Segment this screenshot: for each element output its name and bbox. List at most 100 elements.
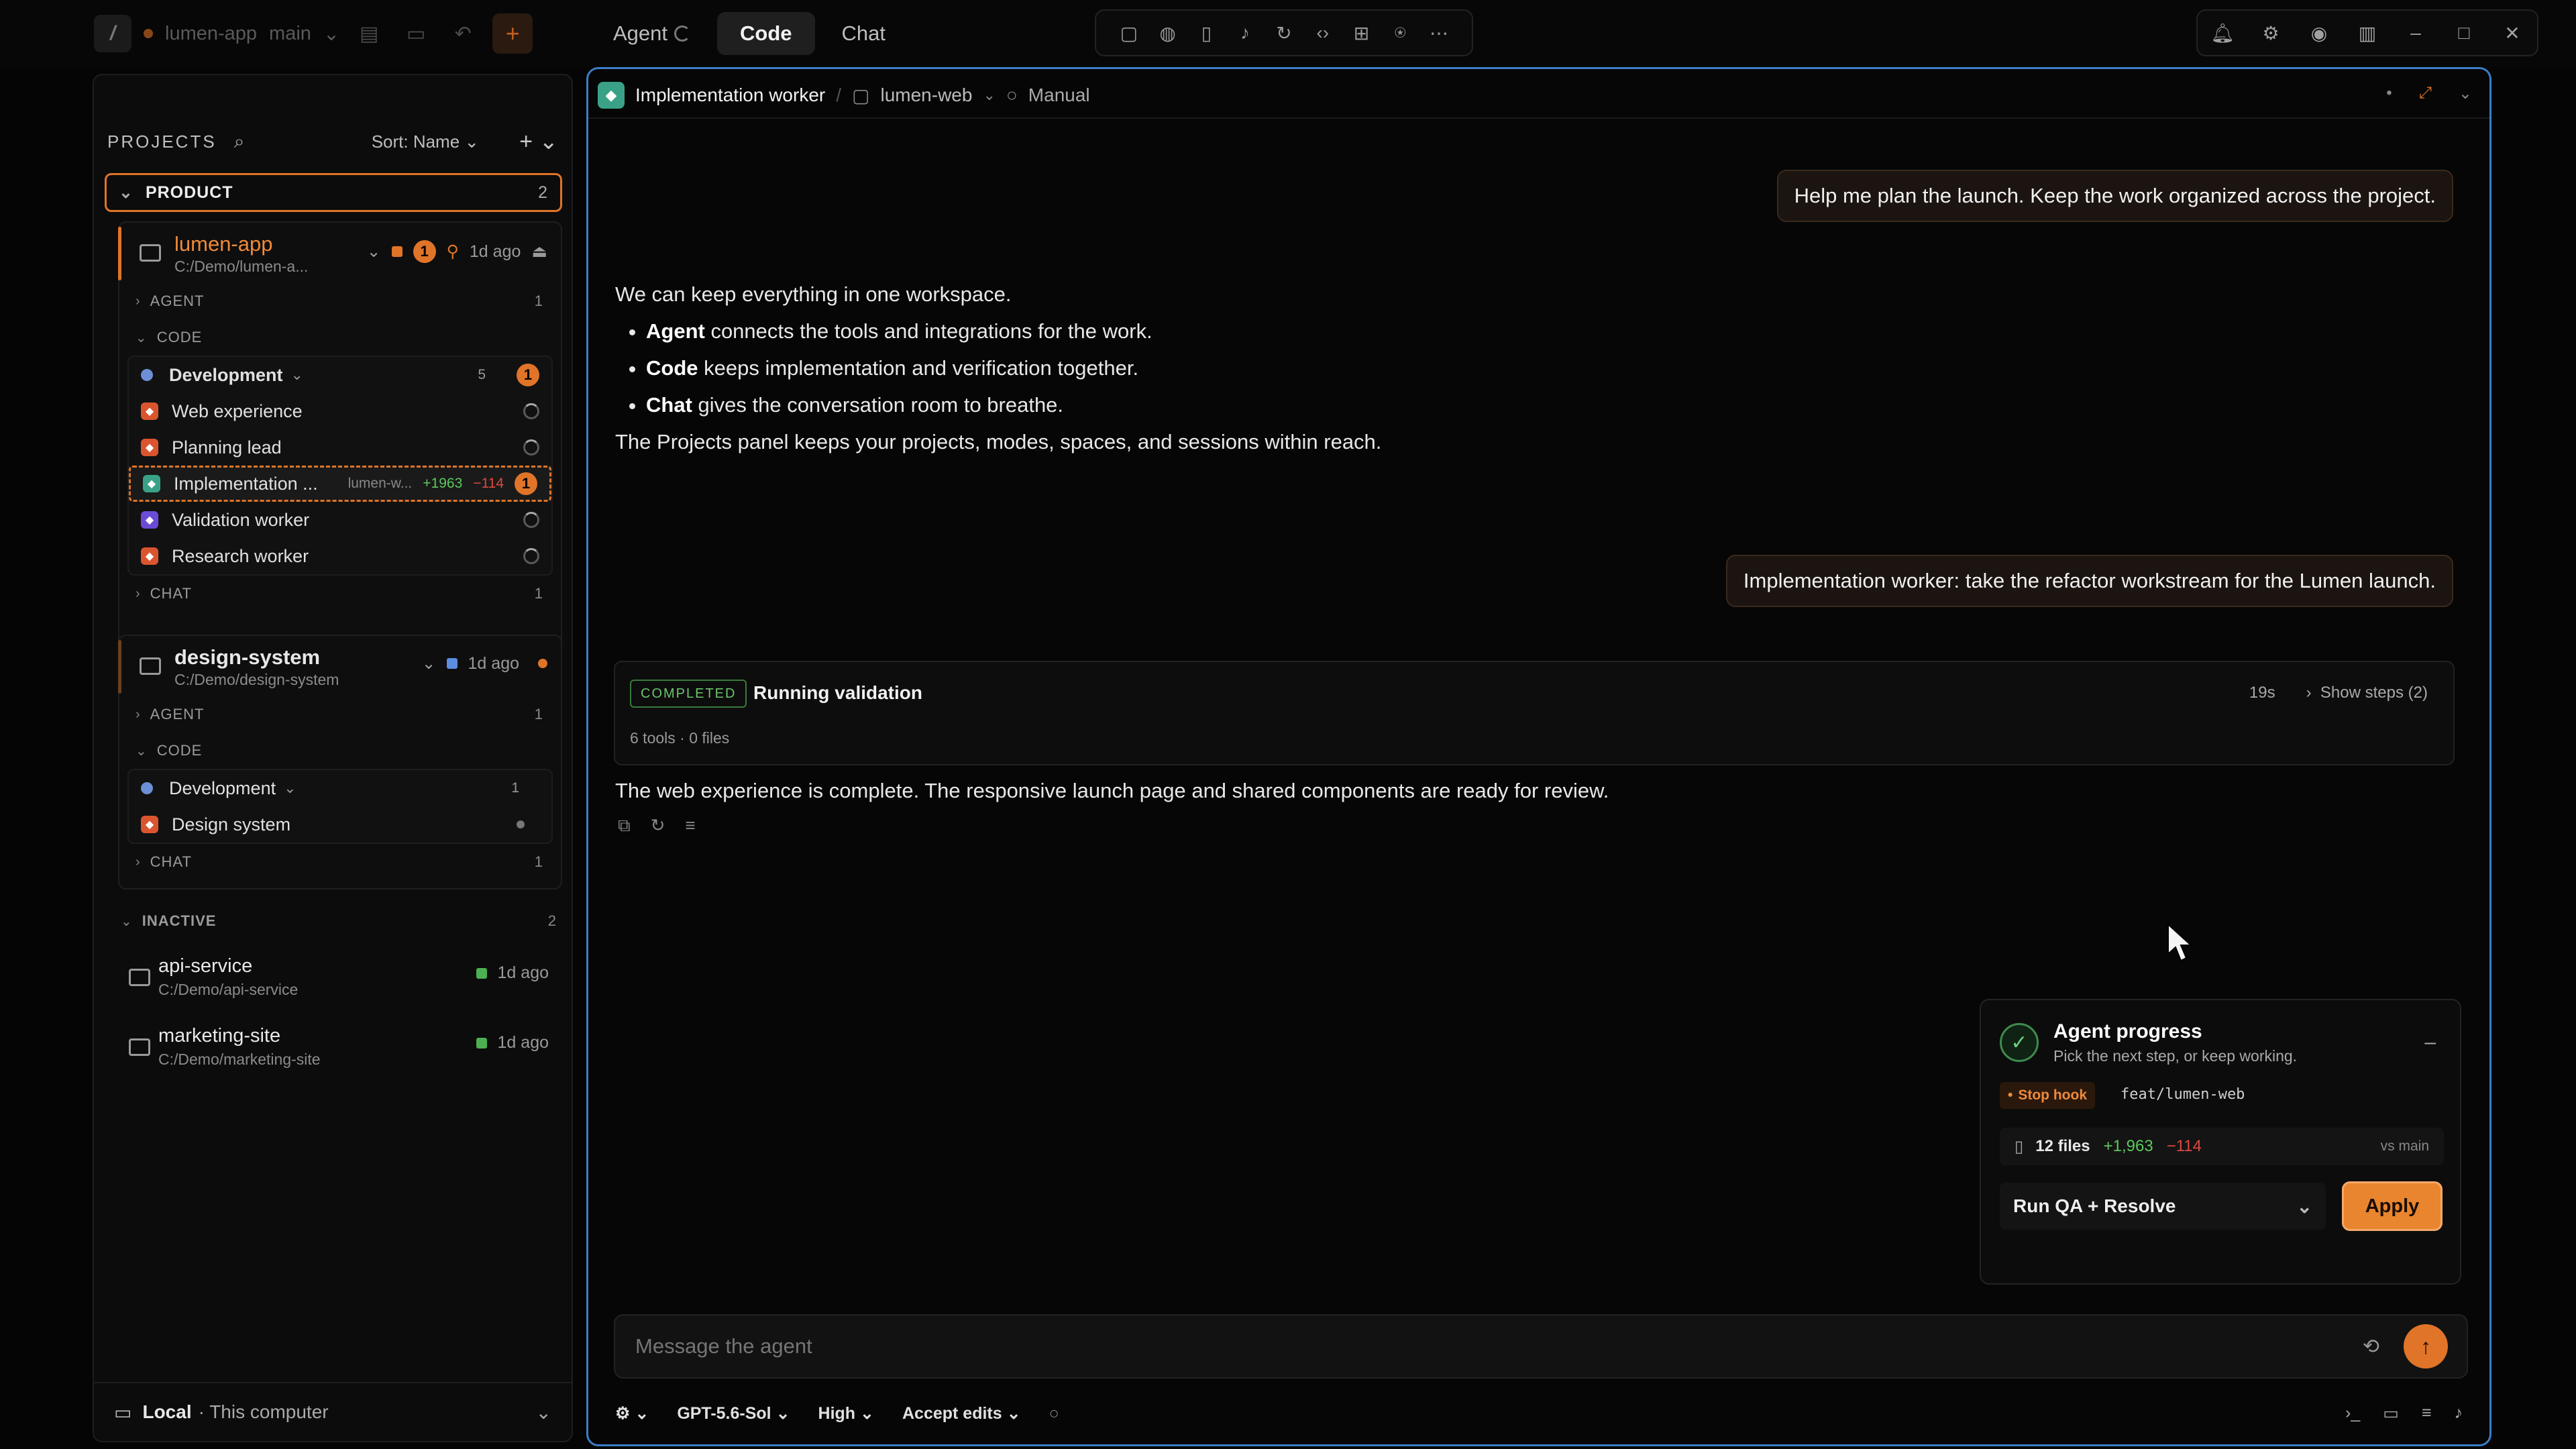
section-agent[interactable]: › AGENT 1 xyxy=(119,696,561,733)
phone-icon[interactable]: ▯ xyxy=(1191,22,1221,44)
retry-icon[interactable]: ↻ xyxy=(651,815,665,837)
session-research-worker[interactable]: ◆ Research worker xyxy=(129,538,551,574)
panel-actions: • ⤢ ⌄ xyxy=(2386,84,2472,103)
chevron-down-icon[interactable]: ⌄ xyxy=(2459,84,2472,103)
layout-icon[interactable]: ▥ xyxy=(2352,22,2383,44)
context-ring-icon[interactable]: ○ xyxy=(1049,1404,1059,1424)
session-label: Research worker xyxy=(172,545,309,566)
history-icon[interactable]: ⟲ xyxy=(2363,1335,2379,1358)
copy-icon[interactable]: ⧉ xyxy=(618,815,631,837)
search-icon[interactable]: ⌕ xyxy=(234,131,245,153)
session-planning-lead[interactable]: ◆ Planning lead xyxy=(129,429,551,466)
add-project-button[interactable]: + ⌄ xyxy=(519,128,558,155)
session-design-system[interactable]: ◆ Design system xyxy=(129,806,551,843)
breadcrumb-mode[interactable]: Manual xyxy=(1028,85,1090,106)
chevron-down-icon[interactable]: ⌄ xyxy=(367,241,381,262)
show-steps-button[interactable]: › Show steps (2) xyxy=(2306,684,2428,702)
bell-icon[interactable]: 🔔︎ xyxy=(2207,22,2238,44)
gear-icon[interactable]: ⚙ xyxy=(2255,22,2286,44)
run-summary: 6 tools · 0 files xyxy=(630,729,730,747)
eject-icon[interactable]: ⏏ xyxy=(531,241,547,262)
more-icon[interactable]: ⋯ xyxy=(1424,22,1454,44)
sidebar-toggle-icon[interactable]: ▤ xyxy=(352,16,386,51)
chevron-down-icon: ⌄ xyxy=(121,914,133,929)
tab-agent[interactable]: Agent xyxy=(590,12,713,55)
status-badge: COMPLETED xyxy=(630,680,747,708)
session-implementation-worker[interactable]: ◆ Implementation ... lumen-w... +1963 −1… xyxy=(129,466,551,502)
message-input[interactable] xyxy=(634,1334,2363,1359)
project-header[interactable]: design-system C:/Demo/design-system ⌄ 1d… xyxy=(118,636,561,696)
chevron-down-icon[interactable]: ⌄ xyxy=(422,653,436,674)
section-chat[interactable]: › CHAT 1 xyxy=(119,576,561,612)
section-code[interactable]: ⌄ CODE xyxy=(119,733,561,769)
session-status xyxy=(517,820,539,828)
session-icon: ◆ xyxy=(143,475,160,492)
group-inactive[interactable]: ⌄ INACTIVE 2 xyxy=(105,903,574,939)
diff-summary[interactable]: ▯ 12 files +1,963 −114 vs main xyxy=(2000,1128,2444,1165)
project-name: marketing-site xyxy=(158,1025,281,1046)
undo-icon[interactable]: ↶ xyxy=(445,16,480,51)
code-icon[interactable]: ‹› xyxy=(1308,22,1338,44)
group-product[interactable]: ⌄ PRODUCT 2 xyxy=(105,173,562,212)
project-switcher[interactable]: lumen-app xyxy=(165,23,257,45)
pin-icon[interactable]: ⚲ xyxy=(447,241,459,262)
dot-icon[interactable]: • xyxy=(2386,84,2392,103)
folder-icon[interactable]: ▭ xyxy=(398,16,433,51)
session-validation-worker[interactable]: ◆ Validation worker xyxy=(129,502,551,538)
globe-icon[interactable]: ◍ xyxy=(1153,22,1183,44)
space-header[interactable]: Development ⌄ 1 xyxy=(129,770,551,806)
maximize-icon[interactable]: □ xyxy=(2449,22,2479,44)
microphone-icon[interactable]: ♪ xyxy=(1230,22,1260,44)
refresh-icon[interactable]: ↻ xyxy=(1269,22,1299,44)
chat-bubble-icon[interactable]: ▢ xyxy=(1114,22,1144,44)
tab-chat-label: Chat xyxy=(841,21,885,45)
project-meta: ⌄ 1d ago xyxy=(422,653,547,674)
next-step-select[interactable]: Run QA + Resolve ⌄ xyxy=(2000,1183,2326,1230)
stop-hook-badge[interactable]: • Stop hook xyxy=(2000,1082,2096,1109)
terminal-icon[interactable]: ›_ xyxy=(2345,1403,2360,1424)
branch-label[interactable]: main xyxy=(269,23,311,45)
run-title: Running validation xyxy=(753,682,922,703)
section-label: CODE xyxy=(156,329,203,345)
tab-chat[interactable]: Chat xyxy=(819,12,908,55)
new-session-button[interactable]: + xyxy=(492,13,533,54)
badge-icon[interactable]: ⍟ xyxy=(1385,22,1415,44)
sliders-icon[interactable]: ≡ xyxy=(2422,1403,2432,1424)
edits-select[interactable]: Accept edits ⌄ xyxy=(902,1403,1021,1424)
device-icon[interactable]: ▭ xyxy=(2383,1403,2399,1424)
model-select[interactable]: GPT-5.6-Sol ⌄ xyxy=(677,1403,790,1424)
breadcrumb-worker[interactable]: Implementation worker xyxy=(635,85,825,106)
session-web-experience[interactable]: ◆ Web experience xyxy=(129,393,551,429)
session-label: Web experience xyxy=(172,400,303,421)
space-header[interactable]: Development ⌄ 5 1 xyxy=(129,357,551,393)
environment-footer[interactable]: ▭ Local · This computer ⌄ xyxy=(94,1382,572,1441)
minimize-icon[interactable]: – xyxy=(2400,22,2431,44)
section-agent[interactable]: › AGENT 1 xyxy=(119,283,561,319)
lines-added: +1,963 xyxy=(2103,1137,2153,1155)
close-icon[interactable]: ✕ xyxy=(2497,22,2528,44)
project-path: C:/Demo/design-system xyxy=(174,671,339,688)
nodes-icon[interactable]: ⊞ xyxy=(1346,22,1376,44)
account-icon[interactable]: ◉ xyxy=(2304,22,2334,44)
assistant-message: We can keep everything in one workspace.… xyxy=(615,276,2091,460)
breadcrumb-repo[interactable]: lumen-web xyxy=(880,85,972,106)
section-code[interactable]: ⌄ CODE xyxy=(119,319,561,356)
minimize-icon[interactable]: – xyxy=(2424,1031,2436,1054)
chevron-right-icon: › xyxy=(2306,684,2320,702)
tab-code[interactable]: Code xyxy=(717,12,815,55)
project-api-service[interactable]: api-service C:/Demo/api-service 1d ago xyxy=(118,946,562,1010)
branch-icon[interactable]: ≡ xyxy=(685,815,695,837)
section-chat[interactable]: › CHAT 1 xyxy=(119,844,561,880)
project-marketing-site[interactable]: marketing-site C:/Demo/marketing-site 1d… xyxy=(118,1016,562,1080)
project-header[interactable]: lumen-app C:/Demo/lumen-a... ⌄ 1 ⚲ 1d ag… xyxy=(118,223,561,283)
pin-icon[interactable]: ⤢ xyxy=(2419,84,2432,103)
effort-select[interactable]: High ⌄ xyxy=(818,1403,874,1424)
tools-icon[interactable]: ⚙ ⌄ xyxy=(615,1403,649,1424)
chevron-down-icon: ⌄ xyxy=(136,743,148,759)
compare-base: vs main xyxy=(2380,1138,2429,1154)
sort-dropdown[interactable]: Sort: Name ⌄ xyxy=(372,131,480,152)
send-button[interactable]: ↑ xyxy=(2404,1324,2448,1368)
environment-sub: · This computer xyxy=(198,1401,329,1422)
apply-button[interactable]: Apply xyxy=(2342,1181,2443,1231)
microphone-icon[interactable]: ♪ xyxy=(2455,1403,2463,1424)
